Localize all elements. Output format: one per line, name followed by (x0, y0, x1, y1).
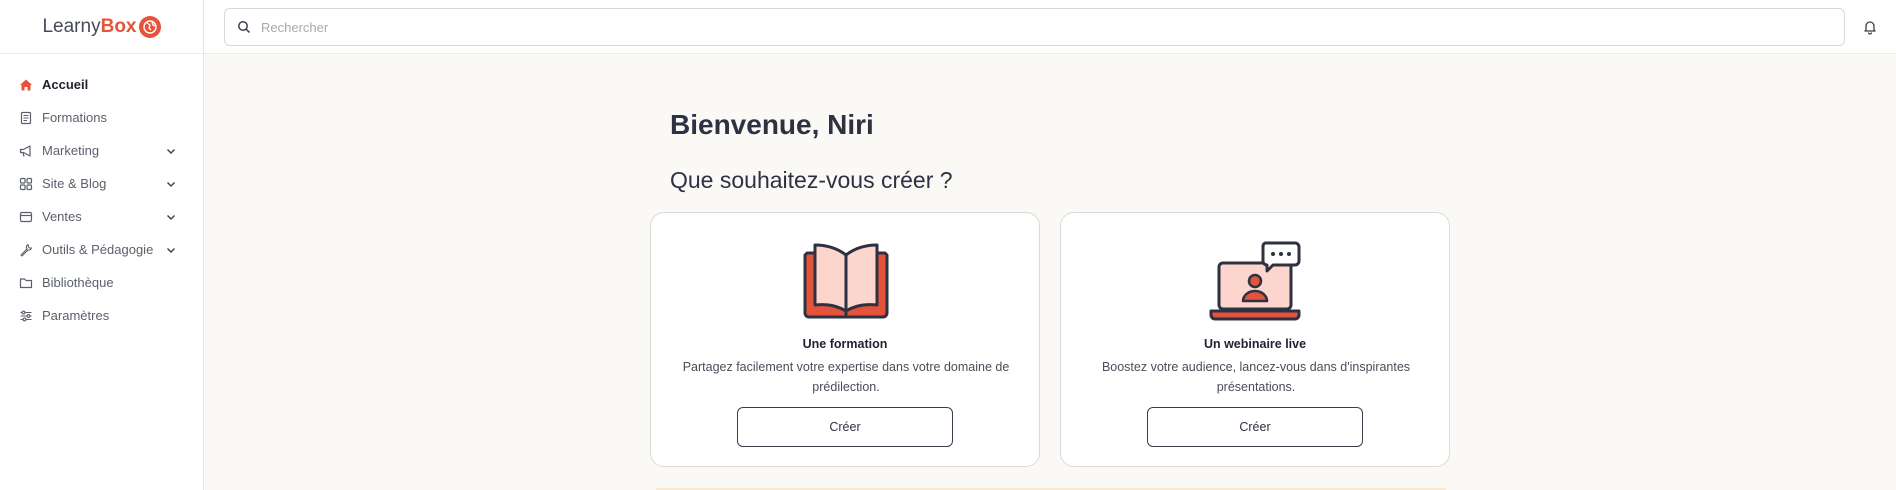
create-course-button[interactable]: Créer (737, 407, 953, 447)
create-webinar-button[interactable]: Créer (1147, 407, 1363, 447)
wallet-icon (19, 210, 33, 224)
sidebar-item-bibliotheque[interactable]: Bibliothèque (0, 266, 203, 299)
sidebar-item-formations[interactable]: Formations (0, 101, 203, 134)
sidebar-nav: Accueil Formations Marketing Site & Blog… (0, 54, 203, 332)
create-course-card: Une formation Partagez facilement votre … (650, 212, 1040, 467)
sidebar-item-label: Outils & Pédagogie (42, 242, 154, 257)
sidebar-item-label: Accueil (42, 77, 89, 92)
sidebar-item-ventes[interactable]: Ventes (0, 200, 203, 233)
bell-icon[interactable] (1862, 19, 1878, 35)
globe-logo-icon (138, 15, 161, 38)
open-book-icon (803, 243, 889, 319)
chevron-down-icon[interactable] (165, 145, 177, 157)
sidebar-item-label: Bibliothèque (42, 275, 114, 290)
card-title: Une formation (802, 337, 888, 351)
sidebar-item-site-blog[interactable]: Site & Blog (0, 167, 203, 200)
sidebar-item-parametres[interactable]: Paramètres (0, 299, 203, 332)
search-box[interactable] (224, 8, 1845, 46)
sidebar-item-label: Site & Blog (42, 176, 107, 191)
chevron-down-icon[interactable] (165, 244, 177, 256)
folder-icon (19, 276, 33, 290)
sliders-icon (19, 309, 33, 323)
brand-name-part2: Box (100, 15, 137, 37)
sidebar-item-outils-pedagogie[interactable]: Outils & Pédagogie (0, 233, 203, 266)
sidebar-item-accueil[interactable]: Accueil (0, 68, 203, 101)
card-description: Boostez votre audience, lancez-vous dans… (1101, 360, 1411, 394)
chevron-down-icon[interactable] (165, 211, 177, 223)
search-icon (238, 21, 251, 34)
sidebar-item-marketing[interactable]: Marketing (0, 134, 203, 167)
grid-icon (19, 177, 33, 191)
laptop-webinar-icon (1209, 241, 1301, 321)
sidebar-item-label: Ventes (42, 209, 82, 224)
main-content: Bienvenue, Niri Que souhaitez-vous créer… (204, 54, 1896, 490)
top-bar (204, 0, 1896, 54)
sidebar-item-label: Paramètres (42, 308, 110, 323)
welcome-heading: Bienvenue, Niri (670, 109, 874, 140)
chevron-down-icon[interactable] (165, 178, 177, 190)
sidebar-item-label: Marketing (42, 143, 100, 158)
megaphone-icon (19, 144, 33, 158)
create-webinar-card: Un webinaire live Boostez votre audience… (1060, 212, 1450, 467)
card-description: Partagez facilement votre expertise dans… (682, 360, 1010, 394)
app-logo[interactable]: Learny Box (0, 0, 203, 54)
sidebar: Learny Box Accueil Formations Marketing S… (0, 0, 204, 490)
card-title: Un webinaire live (1203, 337, 1307, 351)
book-icon (19, 111, 33, 125)
create-question-heading: Que souhaitez-vous créer ? (670, 167, 953, 193)
home-icon (19, 78, 33, 92)
search-input[interactable] (261, 19, 1761, 35)
brand-name-part1: Learny (42, 15, 101, 37)
wrench-icon (19, 243, 33, 257)
sidebar-item-label: Formations (42, 110, 108, 125)
